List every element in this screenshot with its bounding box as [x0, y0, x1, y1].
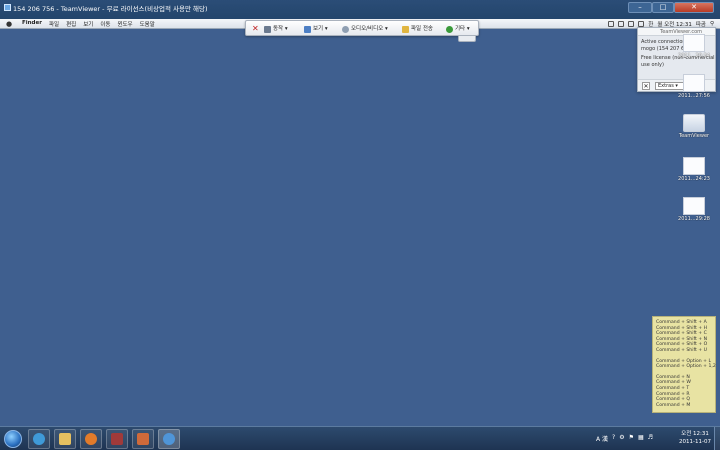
status-icon[interactable]	[628, 21, 635, 27]
desktop-icon-label: 2011...29:28	[678, 216, 710, 222]
taskbar-ie[interactable]	[28, 429, 50, 449]
app-icon	[111, 433, 123, 445]
file-transfer-label: 파일 전송	[411, 26, 433, 32]
status-icon[interactable]	[608, 21, 615, 27]
monitor-icon	[304, 25, 311, 33]
taskbar-teamviewer[interactable]	[158, 429, 180, 449]
desktop-icon-screenshot[interactable]: 2011...29:28	[677, 197, 711, 222]
note-group: Command + N Command + W Command + T Comm…	[656, 375, 712, 409]
audio-video-button[interactable]: 오디오/비디오 ▾	[342, 24, 388, 34]
image-file-icon	[683, 74, 705, 92]
actions-button[interactable]: 동작 ▾	[264, 24, 288, 34]
note-group: Command + Option + L Command + Option + …	[656, 359, 716, 370]
extras-button[interactable]: 기타 ▾	[446, 24, 470, 34]
menu-edit[interactable]: 편집	[66, 20, 76, 28]
desktop-icon-screenshot[interactable]: 2011...20:34	[677, 34, 711, 59]
apple-menu-icon[interactable]: ●	[6, 20, 12, 28]
teamviewer-icon	[4, 4, 11, 11]
close-button[interactable]: ✕	[674, 2, 714, 13]
language-indicator[interactable]: A 漢	[596, 434, 608, 443]
show-desktop-button[interactable]	[714, 427, 720, 450]
window-title: 154 206 756 - TeamViewer - 무료 라이선스(비상업적 …	[13, 5, 208, 13]
taskbar: A 漢 ? ⚙ ⚑ ▦ ♬ 오전 12:31 2011-11-07	[0, 426, 720, 450]
panel-close-button[interactable]: ✕	[642, 82, 650, 90]
taskbar-explorer[interactable]	[54, 429, 76, 449]
clock-date: 2011-11-07	[679, 439, 711, 445]
menu-finder[interactable]: Finder	[22, 20, 42, 28]
extras-label: 기타 ▾	[455, 26, 470, 32]
maximize-button[interactable]: □	[652, 2, 674, 13]
teamviewer-icon	[163, 433, 175, 445]
desktop-icon-teamviewer[interactable]: TeamViewer	[677, 114, 711, 139]
network-icon[interactable]: ▦	[638, 434, 644, 443]
desktop-icon-label: 2011...24:23	[678, 176, 710, 182]
media-player-icon	[85, 433, 97, 445]
status-icon[interactable]	[618, 21, 625, 27]
view-label: 보기 ▾	[313, 26, 328, 32]
extras-icon	[446, 25, 453, 33]
system-tray: A 漢 ? ⚙ ⚑ ▦ ♬	[596, 434, 653, 443]
desktop-icon-label: TeamViewer	[678, 133, 710, 139]
menu-go[interactable]: 이동	[100, 20, 110, 28]
desktop-icon-screenshot[interactable]: 2011...24:23	[677, 157, 711, 182]
window-title-bar[interactable]: 154 206 756 - TeamViewer - 무료 라이선스(비상업적 …	[0, 0, 720, 19]
clock-time: 오전 12:31	[681, 431, 709, 437]
view-button[interactable]: 보기 ▾	[304, 24, 328, 34]
settings-icon[interactable]: ⚙	[619, 434, 624, 443]
taskbar-app[interactable]	[132, 429, 154, 449]
note-line: Command + Shift + C	[656, 331, 707, 337]
toolbar-collapse-tab[interactable]	[458, 36, 476, 42]
desktop-icon-label: 2011...20:34	[678, 53, 710, 59]
internet-explorer-icon	[33, 433, 45, 445]
flag-icon[interactable]: ⚑	[629, 434, 634, 443]
teamviewer-toolbar: ✕ 동작 ▾ 보기 ▾ 오디오/비디오 ▾ 파일 전송 기타 ▾	[245, 20, 479, 36]
image-file-icon	[683, 197, 705, 215]
folder-icon	[59, 433, 71, 445]
menu-window[interactable]: 윈도우	[117, 20, 132, 28]
teamviewer-app-icon	[683, 114, 705, 132]
folder-icon	[402, 25, 409, 33]
actions-label: 동작 ▾	[273, 26, 288, 32]
desktop-icon-label: 2011...27:56	[678, 93, 710, 99]
taskbar-app[interactable]	[106, 429, 128, 449]
note-line: Command + Option + 1,2	[656, 364, 716, 370]
app-icon	[137, 433, 149, 445]
file-transfer-button[interactable]: 파일 전송	[402, 24, 433, 34]
actions-icon	[264, 25, 271, 33]
taskbar-media-player[interactable]	[80, 429, 102, 449]
disconnect-button[interactable]: ✕	[252, 24, 259, 34]
menu-help[interactable]: 도움말	[140, 20, 155, 28]
note-group: Command + Shift + A Command + Shift + H …	[656, 320, 712, 354]
speaker-icon	[342, 25, 349, 33]
taskbar-clock[interactable]: 오전 12:31 2011-11-07	[676, 430, 714, 446]
minimize-button[interactable]: –	[628, 2, 652, 13]
image-file-icon	[683, 34, 705, 52]
menu-file[interactable]: 파일	[49, 20, 59, 28]
desktop-icon-screenshot[interactable]: 2011...27:56	[677, 74, 711, 99]
audio-video-label: 오디오/비디오 ▾	[351, 26, 388, 32]
note-line: Command + M	[656, 402, 691, 408]
menu-list: Finder 파일 편집 보기 이동 윈도우 도움말	[22, 20, 155, 28]
note-line: Command + Shift + A	[656, 320, 707, 325]
image-file-icon	[683, 157, 705, 175]
help-icon[interactable]: ?	[612, 434, 615, 443]
panel-license-2: use only)	[641, 62, 664, 68]
shortcut-note[interactable]: Command + Shift + A Command + Shift + H …	[652, 316, 716, 413]
start-button[interactable]	[4, 430, 22, 448]
note-line: Command + Shift + U	[656, 347, 707, 353]
volume-icon[interactable]: ♬	[648, 434, 653, 443]
menu-view[interactable]: 보기	[83, 20, 93, 28]
